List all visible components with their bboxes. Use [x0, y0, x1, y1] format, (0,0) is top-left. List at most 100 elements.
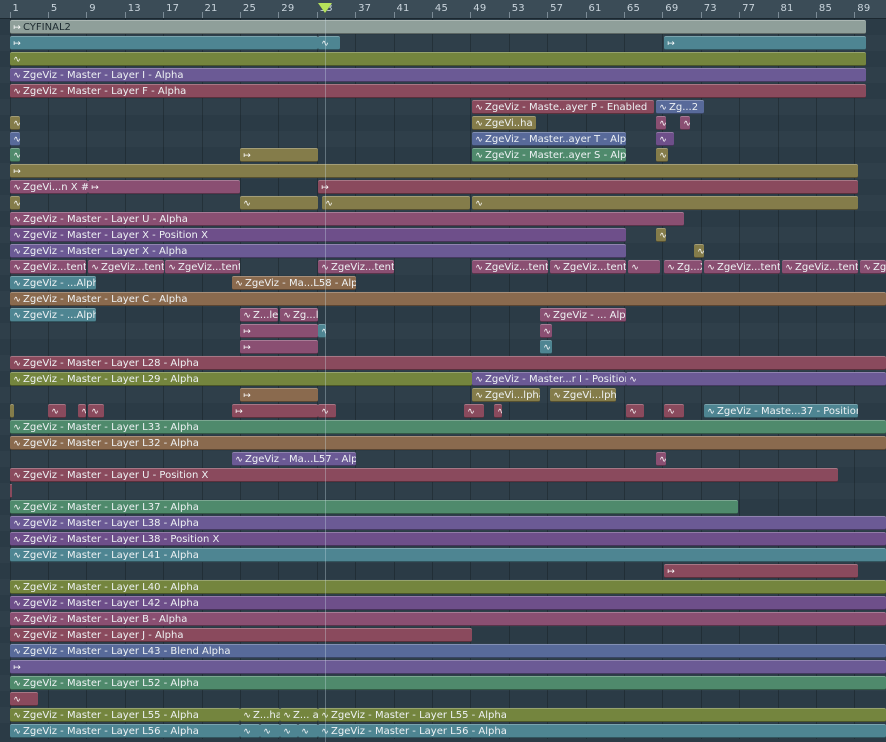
playlist-track-lane[interactable]: ∿ZgeViz - ...Alpha∿Z...le∿Zg...le∿ZgeViz… — [0, 307, 886, 323]
automation-clip[interactable]: ∿ — [48, 404, 66, 418]
automation-clip[interactable]: ∿ ZgeViz - Master - Layer L43 - Blend Alp… — [10, 644, 886, 658]
automation-clip[interactable]: ∿ ZgeViz - Master - Layer L38 - Alpha — [10, 516, 886, 530]
playlist-track-lane[interactable]: ∿∿∿∿↦∿∿∿∿∿∿ZgeViz - Maste...37 - Positio… — [0, 403, 886, 419]
automation-clip[interactable]: ∿ — [628, 260, 660, 274]
automation-clip[interactable]: ∿ — [656, 116, 666, 130]
pattern-clip[interactable]: ↦ — [240, 148, 318, 162]
playlist-track-lane[interactable]: ↦ — [0, 163, 886, 179]
automation-clip[interactable]: ∿ — [10, 196, 20, 210]
automation-clip[interactable]: ∿ ZgeViz - Master - Layer X - Alpha — [10, 244, 626, 258]
playlist-track-lane[interactable]: ∿ ZgeViz - Master - Layer B - Alpha — [0, 611, 886, 627]
playlist-track-lane[interactable]: ∿ ZgeViz - Master - Layer L42 - Alpha — [0, 595, 886, 611]
automation-clip[interactable]: ∿ZgeViz - ...Alpha — [10, 308, 96, 322]
automation-clip[interactable]: ∿ — [322, 196, 470, 210]
playlist-track-lane[interactable]: ↦ CYFINAL2 — [0, 19, 886, 35]
automation-clip[interactable]: ∿ ZgeViz - Master - Layer B - Alpha — [10, 612, 886, 626]
playlist-track-lane[interactable]: ∿ ZgeViz - Master - Layer U - Alpha — [0, 211, 886, 227]
automation-clip[interactable]: ∿ ZgeViz - Master - Layer L56 - Alpha — [318, 724, 886, 738]
automation-clip[interactable]: ∿ — [10, 692, 38, 706]
automation-clip[interactable]: ∿ZgeViz - Ma...L57 - Alpha — [232, 452, 356, 466]
automation-clip[interactable]: ∿ — [260, 724, 280, 738]
automation-clip[interactable]: ∿ — [626, 372, 886, 386]
automation-clip[interactable]: ∿ — [656, 148, 668, 162]
playlist-track-lane[interactable]: ∿ ZgeViz - Master - Layer C - Alpha — [0, 291, 886, 307]
automation-clip[interactable]: ∿ ZgeViz - Master - Layer L33 - Alpha — [10, 420, 886, 434]
automation-clip[interactable]: ∿ — [10, 132, 20, 146]
automation-clip[interactable]: ∿ ZgeViz - Master - Layer L38 - Position … — [10, 532, 886, 546]
automation-clip[interactable]: ∿ — [318, 36, 340, 50]
automation-clip[interactable]: ∿ZgeViz...tent X — [782, 260, 858, 274]
playlist-track-lane[interactable]: ∿ZgeViz - Ma...L57 - Alpha∿ — [0, 451, 886, 467]
automation-clip[interactable]: ∿ Zg...2 — [656, 100, 704, 114]
automation-clip[interactable]: ∿ZgeVi...lpha — [550, 388, 616, 402]
playlist-track-lane[interactable]: ∿ ZgeViz - Master - Layer L40 - Alpha — [0, 579, 886, 595]
automation-clip[interactable]: ∿ZgeViz - Ma...L58 - Alpha — [232, 276, 356, 290]
automation-clip[interactable]: ∿ — [10, 148, 20, 162]
automation-clip[interactable]: ∿ — [540, 324, 552, 338]
automation-clip[interactable]: ∿ ZgeViz - Master..ayer T - Alpha — [472, 132, 626, 146]
playlist-track-lane[interactable]: ∿ZgeViz - Master - Layer X - Alpha∿ — [0, 243, 886, 259]
pattern-clip[interactable]: ↦ CYFINAL2 — [10, 20, 866, 34]
playlist-track-lane[interactable]: ∿ ZgeViz - Master - Layer L43 - Blend Alp… — [0, 643, 886, 659]
playlist-track-lane[interactable]: ↦ ∿ ↦ — [0, 35, 886, 51]
pattern-clip[interactable]: ↦ — [318, 180, 858, 194]
pattern-clip[interactable]: ↦ — [10, 660, 886, 674]
pattern-clip[interactable]: ↦ — [10, 164, 858, 178]
automation-clip[interactable]: ∿ — [10, 484, 12, 498]
pattern-clip[interactable]: ↦ — [240, 340, 318, 354]
automation-clip[interactable]: ∿ ZgeViz - Master - Layer L28 - Alpha — [10, 356, 886, 370]
automation-clip[interactable]: ∿ ZgeViz - Master - Layer F - Alpha — [10, 84, 866, 98]
automation-clip[interactable]: ∿ — [240, 196, 318, 210]
playlist-track-lane[interactable]: ∿ ∿ZgeViz - Master..ayer T - Alpha ∿ — [0, 131, 886, 147]
playlist-track-lane[interactable]: ∿ ZgeViz - Master - Layer L37 - Alpha — [0, 499, 886, 515]
automation-clip[interactable]: ∿ — [656, 228, 666, 242]
pattern-clip[interactable]: ↦ — [232, 404, 318, 418]
automation-clip[interactable]: ∿ZgeViz...tent X — [10, 260, 86, 274]
automation-clip[interactable]: ∿ ZgeViz - Master - Layer L32 - Alpha — [10, 436, 886, 450]
playlist-track-lane[interactable]: ∿ — [0, 691, 886, 707]
automation-clip[interactable]: ∿ — [10, 404, 14, 418]
automation-clip[interactable]: ∿Zge — [860, 260, 886, 274]
timeline-ruler[interactable]: 1 5 9 13 17 21 25 29 33 37 41 45 49 53 57 61 65 69 73 77 81 8… — [0, 0, 886, 19]
automation-clip[interactable]: ∿ — [472, 196, 858, 210]
automation-clip[interactable]: ∿ZgeVi...lpha — [472, 388, 540, 402]
automation-clip[interactable]: ∿ ZgeViz - Master - Layer L55 - Alpha — [10, 708, 240, 722]
automation-clip[interactable]: ∿ — [540, 340, 552, 354]
automation-clip[interactable]: ∿ — [494, 404, 502, 418]
playlist-track-lane[interactable]: ∿ ∿ ∿ ∿ — [0, 195, 886, 211]
automation-clip[interactable]: ∿ZgeViz - ...Alpha — [10, 276, 96, 290]
playhead-marker[interactable] — [318, 3, 332, 13]
playlist-track-lane[interactable]: ∿ZgeVi...n X #2↦↦ — [0, 179, 886, 195]
playlist-track-lane[interactable]: ∿ ZgeViz - Maste..ayer P - Enabled ∿ Zg...2 — [0, 99, 886, 115]
automation-clip[interactable]: ∿ZgeViz...tent X — [704, 260, 780, 274]
automation-clip[interactable]: ∿ ZgeViz - Maste...37 - Position X — [704, 404, 858, 418]
automation-clip[interactable]: ∿ZgeViz...tent X — [550, 260, 626, 274]
automation-clip[interactable]: ∿ — [656, 132, 674, 146]
playlist-track-lane[interactable]: ∿ — [0, 483, 886, 499]
playlist-track-lane[interactable]: ∿ZgeViz - ...Alpha ∿ZgeViz - Ma...L58 - A… — [0, 275, 886, 291]
automation-clip[interactable]: ∿ — [664, 404, 684, 418]
automation-clip[interactable]: ∿ ZgeViz - Master..ayer S - Alpha — [472, 148, 626, 162]
automation-clip[interactable]: ∿ — [298, 724, 318, 738]
automation-clip[interactable]: ∿ — [78, 404, 86, 418]
automation-clip[interactable]: ∿ ZgeViz - Master - Layer I - Alpha — [10, 68, 866, 82]
automation-clip[interactable]: ∿ ZgeViz - Master - Layer L52 - Alpha — [10, 676, 886, 690]
automation-clip[interactable]: ∿ ZgeViz - Maste..ayer P - Enabled — [472, 100, 654, 114]
automation-clip[interactable]: ∿ ZgeVi..ha — [472, 116, 536, 130]
playlist-track-lane[interactable]: ∿ ZgeViz - Master - Layer L38 - Alpha — [0, 515, 886, 531]
automation-clip[interactable]: ∿ — [464, 404, 484, 418]
playlist-track-lane[interactable]: ∿ ZgeViz - Master - Layer L55 - Alpha ∿ Z..… — [0, 707, 886, 723]
playlist-track-lane[interactable]: ∿ ↦ ∿ZgeViz - Master..ayer S - Alpha ∿ — [0, 147, 886, 163]
playlist-track-lane[interactable]: ∿ZgeViz...tent X∿ZgeViz...tent X∿ZgeViz.… — [0, 259, 886, 275]
automation-clip[interactable]: ∿ — [240, 724, 260, 738]
automation-clip[interactable]: ∿ ZgeViz - Master - Layer U - Position X — [10, 468, 838, 482]
automation-clip[interactable]: ∿Zg...X — [664, 260, 702, 274]
pattern-clip[interactable]: ↦ — [240, 388, 318, 402]
automation-clip[interactable]: ∿ — [280, 724, 298, 738]
automation-clip[interactable]: ∿ZgeViz...tent X — [165, 260, 240, 274]
playlist-track-lane[interactable]: ∿∿ZgeVi..ha∿∿ — [0, 115, 886, 131]
playlist-track-lane[interactable]: ∿ ZgeViz - Master - Layer L56 - Alpha ∿ ∿ ∿ ∿… — [0, 723, 886, 739]
automation-clip[interactable]: ∿ ZgeViz - Master - Layer L37 - Alpha — [10, 500, 738, 514]
automation-clip[interactable]: ∿ Z...ha — [240, 708, 280, 722]
playlist-track-lane[interactable]: ∿ ZgeViz - Master - Layer L41 - Alpha — [0, 547, 886, 563]
